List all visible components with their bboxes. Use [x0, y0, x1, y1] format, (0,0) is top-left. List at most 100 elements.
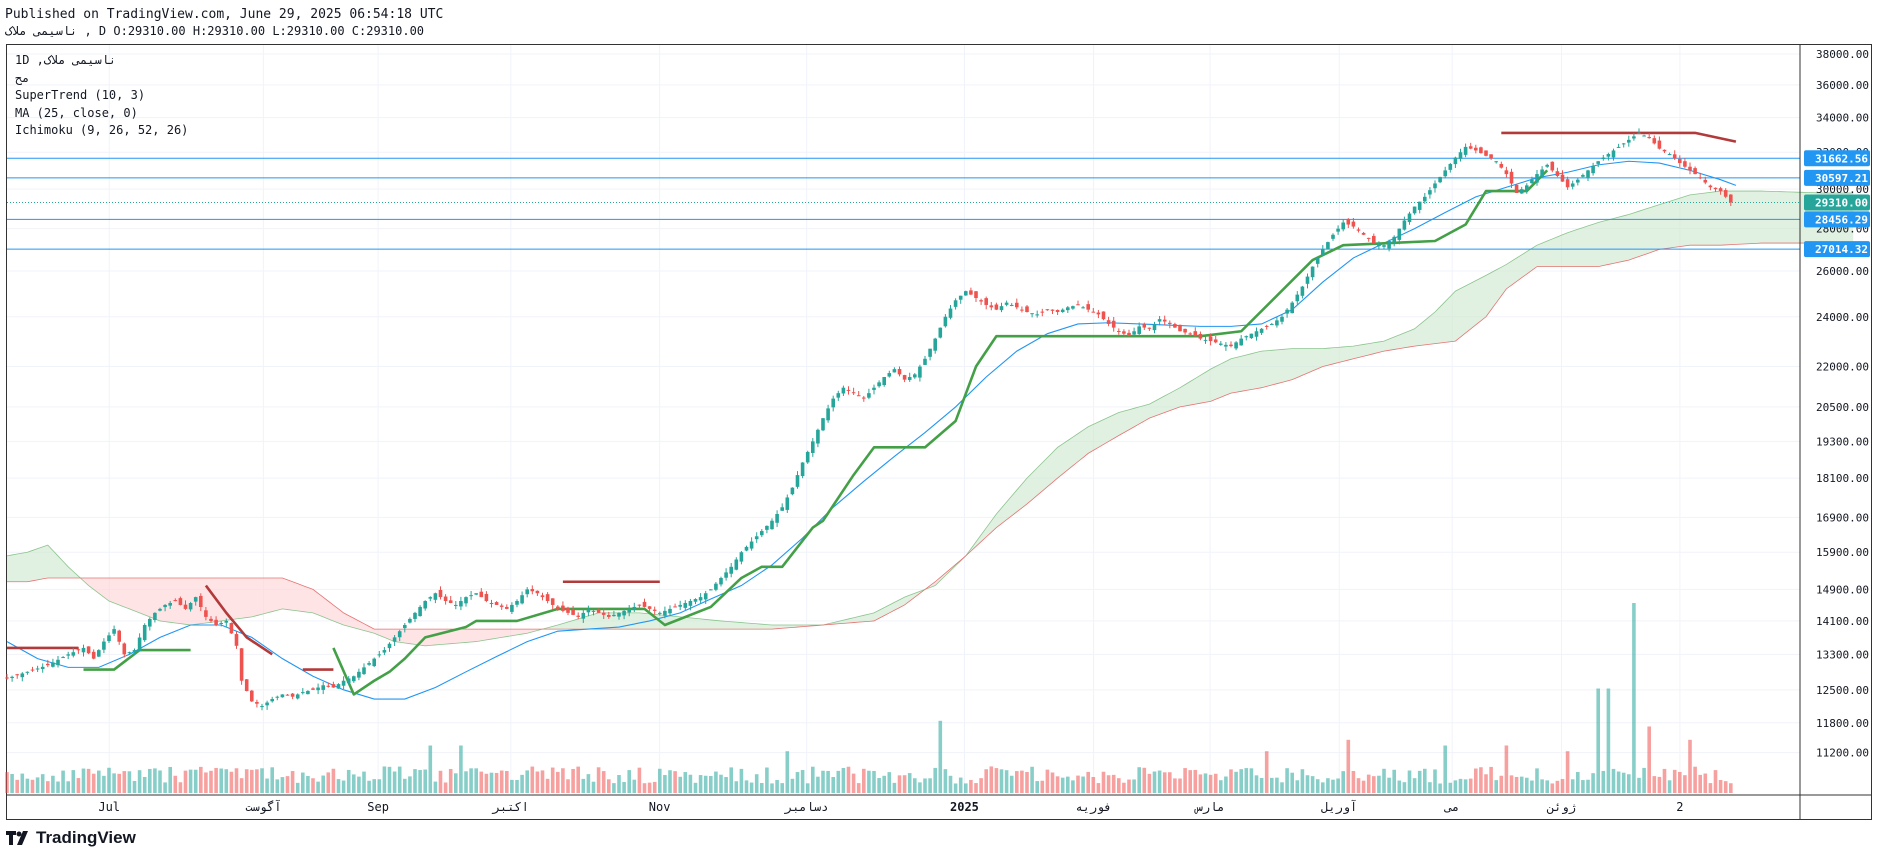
candle-up	[1519, 189, 1524, 194]
volume-bar	[1576, 772, 1580, 793]
candle-up	[953, 300, 958, 307]
volume-bar	[316, 781, 320, 793]
candle-up	[948, 308, 953, 318]
volume-bar	[321, 775, 325, 793]
volume-bar	[1718, 779, 1723, 793]
candle-down	[250, 690, 254, 702]
candle-up	[1392, 236, 1396, 243]
candle-up	[591, 610, 596, 612]
y-tick-label: 38000.00	[1816, 48, 1869, 61]
volume-bar	[821, 770, 825, 793]
candle-down	[1142, 324, 1147, 328]
candle-up	[346, 678, 351, 684]
candle-up	[367, 663, 371, 665]
y-tick-label: 11800.00	[1816, 717, 1869, 730]
y-tick-label: 26000.00	[1816, 265, 1869, 278]
candle-up	[1270, 323, 1274, 325]
candle-up	[260, 706, 264, 708]
volume-bar	[438, 770, 443, 793]
x-tick-label: 2025	[950, 800, 979, 814]
candle-up	[1249, 333, 1254, 339]
volume-bar	[872, 770, 876, 793]
volume-bar	[1106, 775, 1111, 793]
candle-up	[754, 536, 759, 540]
candle-down	[1040, 311, 1045, 313]
candle-up	[714, 583, 718, 590]
volume-bar	[1642, 767, 1646, 793]
x-tick-label: مارس	[1194, 800, 1225, 815]
volume-bar	[479, 771, 484, 793]
candle-up	[1254, 331, 1259, 337]
volume-bar	[770, 783, 774, 793]
volume-bar	[51, 775, 55, 793]
volume-bar	[1698, 774, 1702, 793]
volume-bar	[1463, 779, 1468, 793]
volume-bar	[530, 766, 535, 793]
volume-bar	[556, 771, 560, 793]
legend-supertrend[interactable]: SuperTrend (10, 3)	[15, 87, 188, 105]
volume-bar	[1708, 783, 1713, 793]
candle-down	[234, 634, 239, 646]
volume-bar	[1591, 773, 1595, 793]
volume-bar	[1157, 770, 1162, 793]
legend-ma[interactable]: MA (25, close, 0)	[15, 105, 188, 123]
candle-up	[392, 637, 397, 642]
candle-down	[1198, 333, 1203, 339]
volume-bar	[688, 774, 693, 793]
candle-up	[1066, 307, 1070, 311]
volume-bar	[244, 769, 249, 793]
y-tick-label: 19300.00	[1816, 435, 1869, 448]
legend-ichimoku[interactable]: Ichimoku (9, 26, 52, 26)	[15, 122, 188, 140]
volume-bar	[1280, 782, 1284, 793]
volume-bar	[851, 773, 856, 793]
volume-bar	[1387, 777, 1391, 793]
volume-bar	[290, 771, 295, 793]
candle-down	[183, 604, 188, 609]
candle-down	[1514, 184, 1519, 193]
candle-down	[1346, 219, 1351, 225]
candle-down	[484, 593, 489, 602]
volume-bar	[933, 767, 937, 793]
volume-bar	[601, 771, 606, 793]
candle-down	[331, 684, 336, 688]
candle-up	[20, 673, 25, 678]
volume-bar	[647, 782, 652, 793]
volume-bar	[1494, 780, 1498, 793]
volume-bar	[239, 778, 244, 793]
volume-bar	[826, 770, 830, 793]
time-axis[interactable]: Jul آگوست Sep اکتبر Nov دسامبر 2025 فوریه مارس آو…	[7, 794, 1871, 815]
volume-bar	[173, 775, 178, 793]
volume-bar	[1117, 778, 1121, 793]
volume-bar	[107, 767, 111, 793]
candle-down	[1683, 161, 1687, 167]
tradingview-logo[interactable]: TradingView	[6, 828, 136, 848]
candle-up	[765, 525, 769, 530]
candle-up	[1397, 228, 1402, 240]
candle-up	[1601, 157, 1606, 160]
volume-bar	[1621, 772, 1626, 793]
price-chart[interactable]: 38000.0036000.0034000.0032000.0030000.00…	[0, 0, 1878, 858]
candle-up	[958, 295, 963, 300]
candle-down	[76, 649, 81, 651]
volume-bar	[142, 776, 147, 793]
volume-bar	[1570, 779, 1575, 793]
volume-bar	[999, 769, 1004, 793]
x-tick-label: Jul	[98, 800, 120, 814]
price-axis[interactable]: 38000.0036000.0034000.0032000.0030000.00…	[1799, 45, 1870, 819]
volume-bar	[35, 777, 40, 793]
candle-up	[306, 690, 310, 695]
candle-up	[61, 657, 65, 659]
candle-up	[622, 610, 626, 616]
candle-down	[479, 591, 484, 598]
candle-up	[1535, 174, 1539, 183]
candle-down	[673, 606, 677, 608]
volume-bar	[1086, 771, 1090, 793]
volume-bar	[1693, 766, 1697, 793]
candle-up	[928, 348, 932, 357]
candle-down	[173, 600, 178, 602]
candle-up	[780, 507, 784, 511]
candle-down	[1662, 149, 1667, 152]
candle-up	[1295, 294, 1300, 302]
indicator-legend: 1D ,ناسیمی ملاک مح SuperTrend (10, 3) MA…	[15, 52, 188, 140]
y-tick-label: 15900.00	[1816, 546, 1869, 559]
